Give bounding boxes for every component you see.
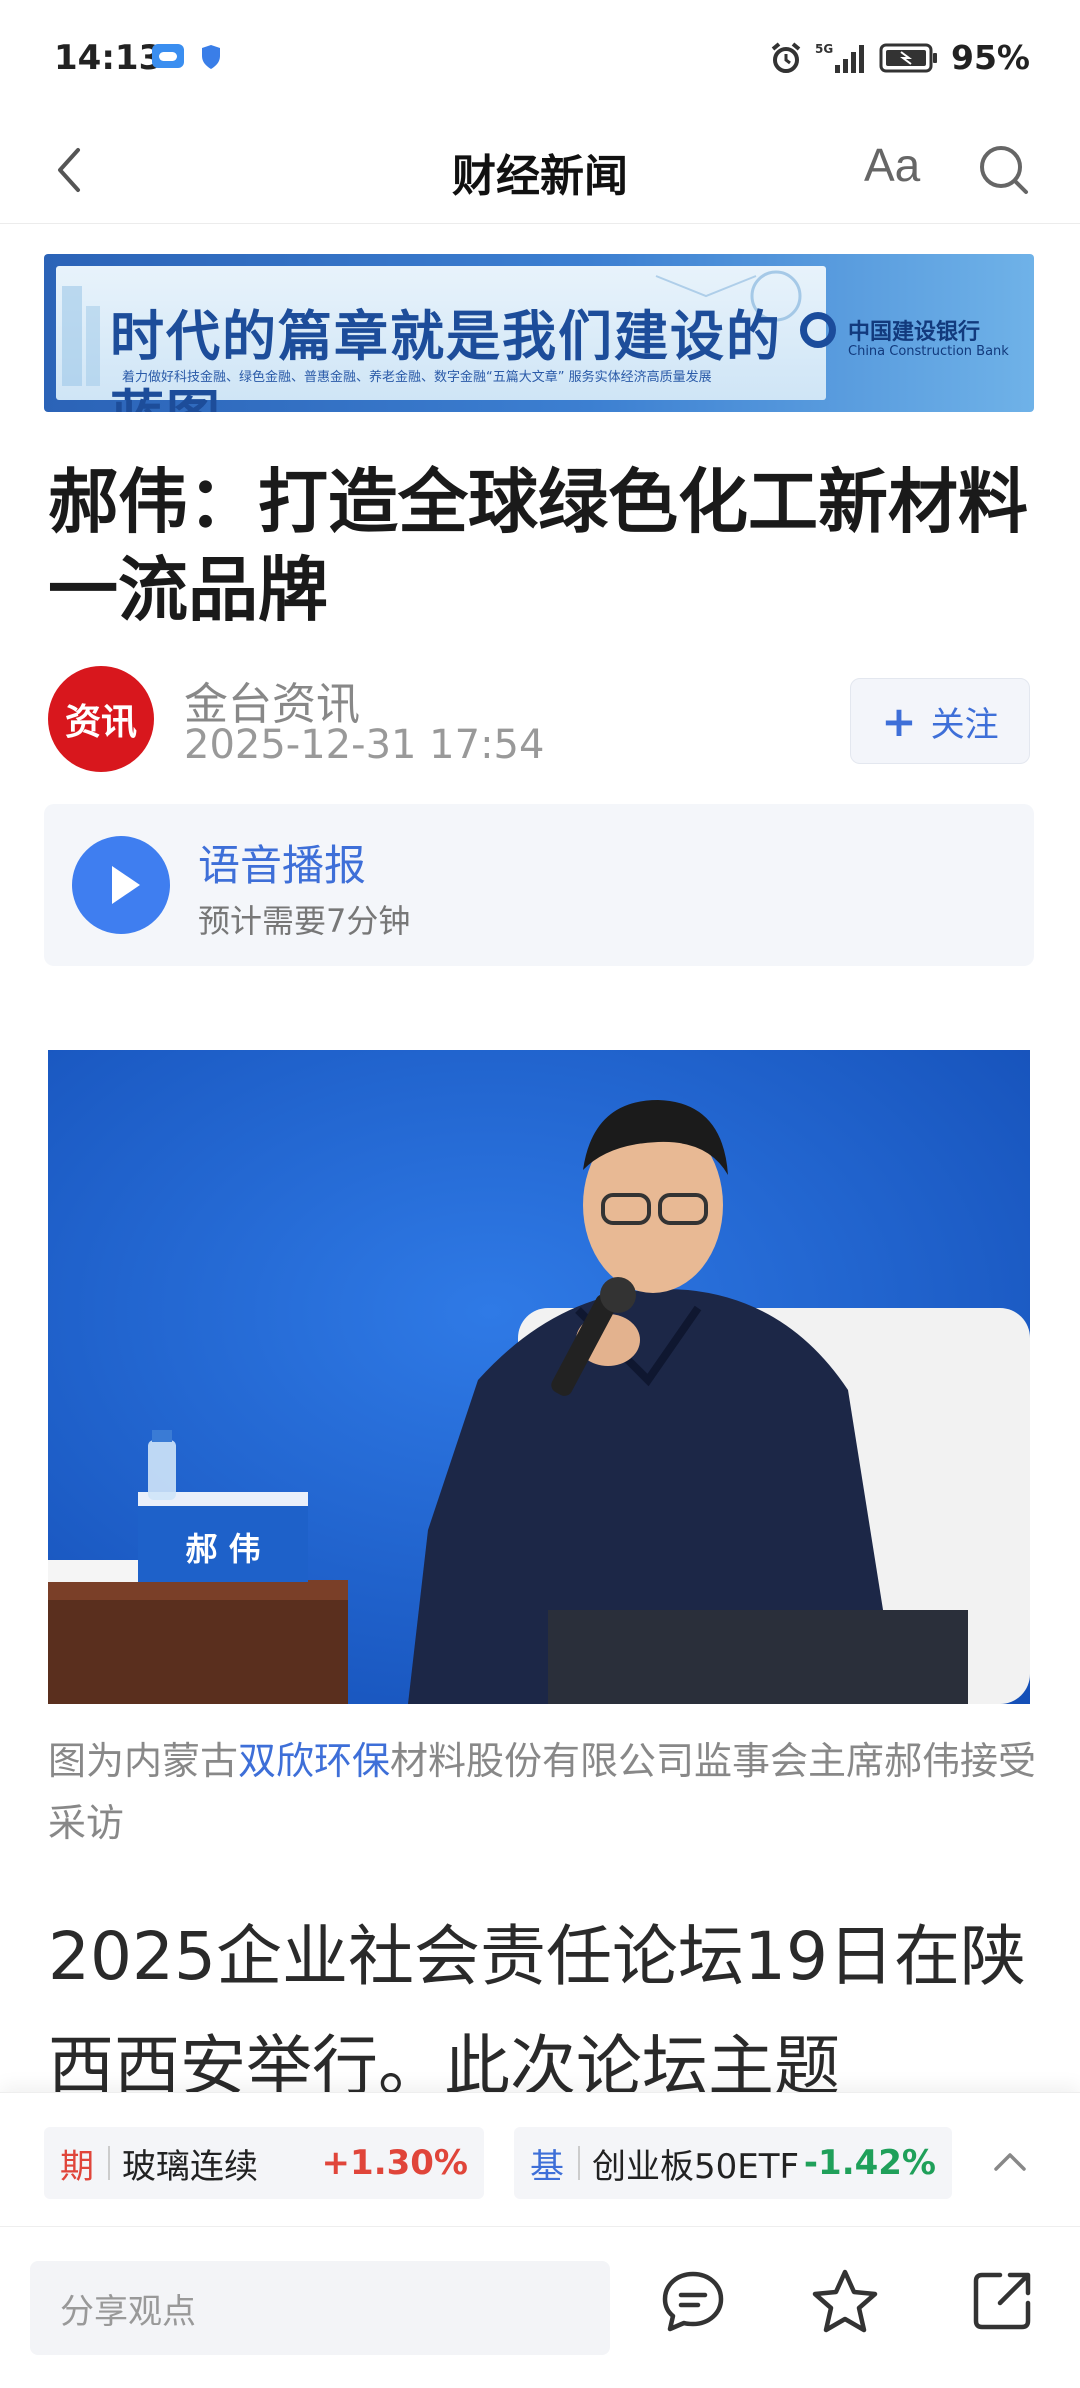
status-time: 14:13: [54, 38, 163, 78]
caption-stock-link[interactable]: 双欣环保: [238, 1739, 390, 1783]
status-bar: 14:13 5G 95%: [0, 0, 1080, 118]
follow-label: 关注: [930, 704, 999, 745]
ticker-tag: 期: [60, 2146, 94, 2187]
ticker-item[interactable]: 基 创业板50ETF -1.42%: [514, 2127, 952, 2199]
network-label: 5G: [815, 42, 833, 56]
bottom-action-bar: 分享观点: [0, 2226, 1080, 2388]
search-icon[interactable]: [976, 142, 1032, 198]
ticker-item[interactable]: 期 玻璃连续 +1.30%: [44, 2127, 484, 2199]
status-indicators: 5G 95%: [769, 38, 1030, 77]
shield-icon: [202, 45, 220, 69]
ticker-name: 玻璃连续: [122, 2146, 258, 2187]
font-size-button[interactable]: Aa: [864, 138, 920, 192]
star-icon[interactable]: [810, 2267, 880, 2337]
author-avatar[interactable]: 资讯: [48, 666, 154, 772]
ticker-tag: 基: [530, 2146, 564, 2187]
photo-illustration: 郝 伟: [48, 1050, 1030, 1704]
ticker-change: +1.30%: [321, 2143, 468, 2183]
ticker-divider: [578, 2146, 580, 2180]
banner-panel: 时代的篇章就是我们建设的蓝图 着力做好科技金融、绿色金融、普惠金融、养老金融、数…: [56, 266, 826, 412]
article-body: 2025企业社会责任论坛19日在陕西西安举行。此次论坛主题: [48, 1918, 1026, 2092]
market-ticker-bar: 期 玻璃连续 +1.30% 基 创业板50ETF -1.42%: [0, 2092, 1080, 2226]
bank-name-cn: 中国建设银行: [848, 320, 981, 345]
ticker-change: -1.42%: [803, 2143, 936, 2183]
banner-headline: 时代的篇章就是我们建设的蓝图: [110, 304, 782, 412]
battery-percent: 95%: [951, 38, 1030, 77]
plus-icon: +: [881, 696, 917, 746]
bank-name-en: China Construction Bank: [848, 344, 1009, 359]
ccb-logo-icon: [800, 312, 836, 348]
article-photo[interactable]: 郝 伟: [48, 1050, 1030, 1704]
audio-duration: 预计需要7分钟: [198, 902, 411, 940]
nav-header: 财经新闻 Aa: [0, 118, 1080, 224]
battery-icon: [879, 43, 937, 72]
chevron-up-icon[interactable]: [990, 2145, 1030, 2175]
alarm-icon: [771, 41, 801, 73]
play-icon[interactable]: [72, 836, 170, 934]
nameplate-text: 郝 伟: [185, 1530, 260, 1568]
follow-button[interactable]: + 关注: [850, 678, 1030, 764]
cloud-icon: [152, 44, 184, 68]
article-title: 郝伟：打造全球绿色化工新材料一流品牌: [48, 461, 1028, 631]
banner-subline: 着力做好科技金融、绿色金融、普惠金融、养老金融、数字金融“五篇大文章” 服务实体…: [122, 370, 712, 385]
signal-icon: 5G: [815, 42, 864, 73]
caption-prefix: 图为内蒙古: [48, 1739, 239, 1783]
share-opinion-input[interactable]: 分享观点: [30, 2261, 610, 2355]
ad-banner[interactable]: 时代的篇章就是我们建设的蓝图 着力做好科技金融、绿色金融、普惠金融、养老金融、数…: [44, 254, 1034, 412]
share-icon[interactable]: [970, 2269, 1034, 2333]
audio-broadcast-card[interactable]: 语音播报 预计需要7分钟: [44, 804, 1034, 966]
publish-date: 2025-12-31 17:54: [184, 722, 545, 768]
audio-title: 语音播报: [198, 841, 367, 890]
ticker-name: 创业板50ETF: [592, 2146, 800, 2187]
ticker-divider: [108, 2146, 110, 2180]
photo-caption: 图为内蒙古双欣环保材料股份有限公司监事会主席郝伟接受采访: [48, 1730, 1038, 1854]
comment-icon[interactable]: [660, 2269, 726, 2335]
